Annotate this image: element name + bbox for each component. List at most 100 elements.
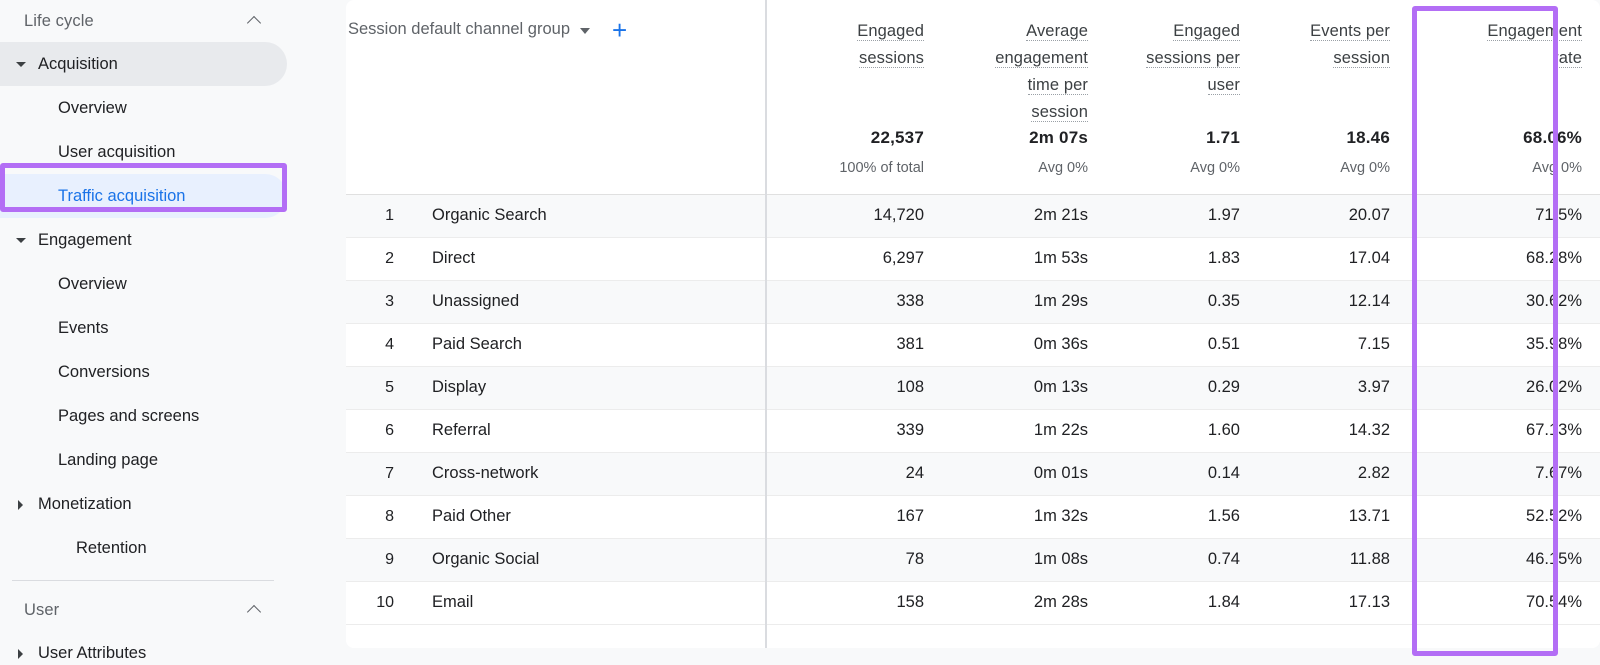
sidebar-item-conversions[interactable]: Conversions	[0, 350, 287, 394]
row-metric-value: 108	[766, 366, 942, 409]
table-row[interactable]: 5Display1080m 13s0.293.9726.02%	[346, 366, 1600, 409]
spacer-cell	[766, 624, 942, 648]
table-body: 1Organic Search14,7202m 21s1.9720.0771.5…	[346, 194, 1600, 648]
row-metric-value: 6,297	[766, 237, 942, 280]
row-dimension-value[interactable]: Organic Social	[408, 538, 766, 581]
row-metric-value: 1m 29s	[942, 280, 1106, 323]
column-total-subtext: 100% of total	[839, 160, 924, 176]
row-dimension-value[interactable]: Paid Other	[408, 495, 766, 538]
sidebar-item-monetization[interactable]: Monetization	[0, 482, 287, 526]
sidebar-item-label: Engagement	[38, 231, 132, 250]
dimension-header-cell: Session default channel group +	[346, 0, 766, 194]
chevron-up-icon[interactable]	[247, 602, 263, 618]
caret-down-icon[interactable]	[14, 57, 28, 71]
column-total-value: 18.46	[1346, 128, 1390, 148]
sidebar-item-acquisition[interactable]: Acquisition	[0, 42, 287, 86]
plus-icon[interactable]: +	[612, 21, 627, 39]
row-metric-value: 0.29	[1106, 366, 1258, 409]
table-row[interactable]: 1Organic Search14,7202m 21s1.9720.0771.5…	[346, 194, 1600, 237]
row-rank: 8	[346, 495, 408, 538]
row-metric-value: 1.56	[1106, 495, 1258, 538]
spacer-cell	[1106, 624, 1258, 648]
column-total-value: 22,537	[871, 128, 924, 148]
row-rank: 9	[346, 538, 408, 581]
row-metric-value: 1.60	[1106, 409, 1258, 452]
row-dimension-value[interactable]: Display	[408, 366, 766, 409]
sidebar-item-landing-page[interactable]: Landing page	[0, 438, 287, 482]
spacer-cell	[1408, 624, 1600, 648]
column-header-engaged-sessions-per-user[interactable]: Engagedsessions peruser1.71Avg 0%	[1106, 0, 1258, 194]
sidebar-item-overview[interactable]: Overview	[0, 86, 287, 130]
row-metric-value: 14.32	[1258, 409, 1408, 452]
sidebar-item-label: Retention	[76, 539, 147, 558]
row-metric-value: 35.98%	[1408, 323, 1600, 366]
row-metric-value: 46.15%	[1408, 538, 1600, 581]
table-row[interactable]: 2Direct6,2971m 53s1.8317.0468.28%	[346, 237, 1600, 280]
row-rank: 7	[346, 452, 408, 495]
row-dimension-value[interactable]: Unassigned	[408, 280, 766, 323]
sidebar-item-label: Overview	[58, 275, 127, 294]
row-metric-value: 17.13	[1258, 581, 1408, 624]
traffic-acquisition-table: Session default channel group + Engageds…	[346, 0, 1600, 648]
report-table-card: Session default channel group + Engageds…	[346, 0, 1600, 648]
row-metric-value: 14,720	[766, 194, 942, 237]
sidebar-item-engagement[interactable]: Engagement	[0, 218, 287, 262]
column-total-subtext: Avg 0%	[1340, 160, 1390, 176]
column-header-engaged-sessions[interactable]: Engagedsessions22,537100% of total	[766, 0, 942, 194]
row-dimension-value[interactable]: Paid Search	[408, 323, 766, 366]
sidebar-section-user[interactable]: User	[0, 589, 287, 631]
row-metric-value: 0m 13s	[942, 366, 1106, 409]
row-metric-value: 7.15	[1258, 323, 1408, 366]
table-row[interactable]: 9Organic Social781m 08s0.7411.8846.15%	[346, 538, 1600, 581]
sidebar-item-user-attributes[interactable]: User Attributes	[0, 631, 287, 665]
sidebar-section-life-cycle[interactable]: Life cycle	[0, 0, 287, 42]
row-metric-value: 11.88	[1258, 538, 1408, 581]
sidebar-item-label: Events	[58, 319, 108, 338]
row-metric-value: 0m 36s	[942, 323, 1106, 366]
row-rank: 2	[346, 237, 408, 280]
row-metric-value: 0.35	[1106, 280, 1258, 323]
column-header-average-engagement-time-per-session[interactable]: Averageengagementtime persession2m 07sAv…	[942, 0, 1106, 194]
sidebar-section-label: Life cycle	[24, 12, 94, 31]
sidebar-item-user-acquisition[interactable]: User acquisition	[0, 130, 287, 174]
row-dimension-value[interactable]: Organic Search	[408, 194, 766, 237]
row-metric-value: 0.74	[1106, 538, 1258, 581]
analytics-traffic-acquisition-screen: Life cycle Acquisition Overview User acquis…	[0, 0, 1600, 665]
caret-right-icon[interactable]	[14, 497, 28, 511]
sidebar-item-traffic-acquisition[interactable]: Traffic acquisition	[0, 174, 287, 218]
row-dimension-value[interactable]: Direct	[408, 237, 766, 280]
table-row[interactable]: 8Paid Other1671m 32s1.5613.7152.52%	[346, 495, 1600, 538]
row-rank: 3	[346, 280, 408, 323]
sidebar-item-label: Overview	[58, 99, 127, 118]
row-dimension-value[interactable]: Email	[408, 581, 766, 624]
dimension-selector-label[interactable]: Session default channel group	[348, 20, 570, 39]
table-row[interactable]: 7Cross-network240m 01s0.142.827.67%	[346, 452, 1600, 495]
left-navigation-sidebar: Life cycle Acquisition Overview User acquis…	[0, 0, 346, 665]
table-row[interactable]: 10Email1582m 28s1.8417.1370.54%	[346, 581, 1600, 624]
column-header-engagement-rate[interactable]: Engagementrate68.06%Avg 0%	[1408, 0, 1600, 194]
chevron-up-icon[interactable]	[247, 13, 263, 29]
row-metric-value: 3.97	[1258, 366, 1408, 409]
row-dimension-value[interactable]: Referral	[408, 409, 766, 452]
row-metric-value: 71.5%	[1408, 194, 1600, 237]
caret-down-icon[interactable]	[14, 233, 28, 247]
row-metric-value: 67.13%	[1408, 409, 1600, 452]
chevron-down-icon[interactable]	[580, 28, 590, 34]
caret-right-icon[interactable]	[14, 646, 28, 660]
sidebar-item-retention[interactable]: Retention	[0, 526, 287, 570]
row-metric-value: 24	[766, 452, 942, 495]
table-row[interactable]: 3Unassigned3381m 29s0.3512.1430.62%	[346, 280, 1600, 323]
spacer-cell	[942, 624, 1106, 648]
column-total-value: 1.71	[1206, 128, 1240, 148]
row-metric-value: 52.52%	[1408, 495, 1600, 538]
row-dimension-value[interactable]: Cross-network	[408, 452, 766, 495]
sidebar-item-events[interactable]: Events	[0, 306, 287, 350]
table-row[interactable]: 4Paid Search3810m 36s0.517.1535.98%	[346, 323, 1600, 366]
sidebar-item-label: Traffic acquisition	[58, 187, 185, 206]
column-header-events-per-session[interactable]: Events persession18.46Avg 0%	[1258, 0, 1408, 194]
sidebar-item-pages-and-screens[interactable]: Pages and screens	[0, 394, 287, 438]
row-metric-value: 78	[766, 538, 942, 581]
table-row[interactable]: 6Referral3391m 22s1.6014.3267.13%	[346, 409, 1600, 452]
sidebar-item-overview[interactable]: Overview	[0, 262, 287, 306]
row-metric-value: 339	[766, 409, 942, 452]
